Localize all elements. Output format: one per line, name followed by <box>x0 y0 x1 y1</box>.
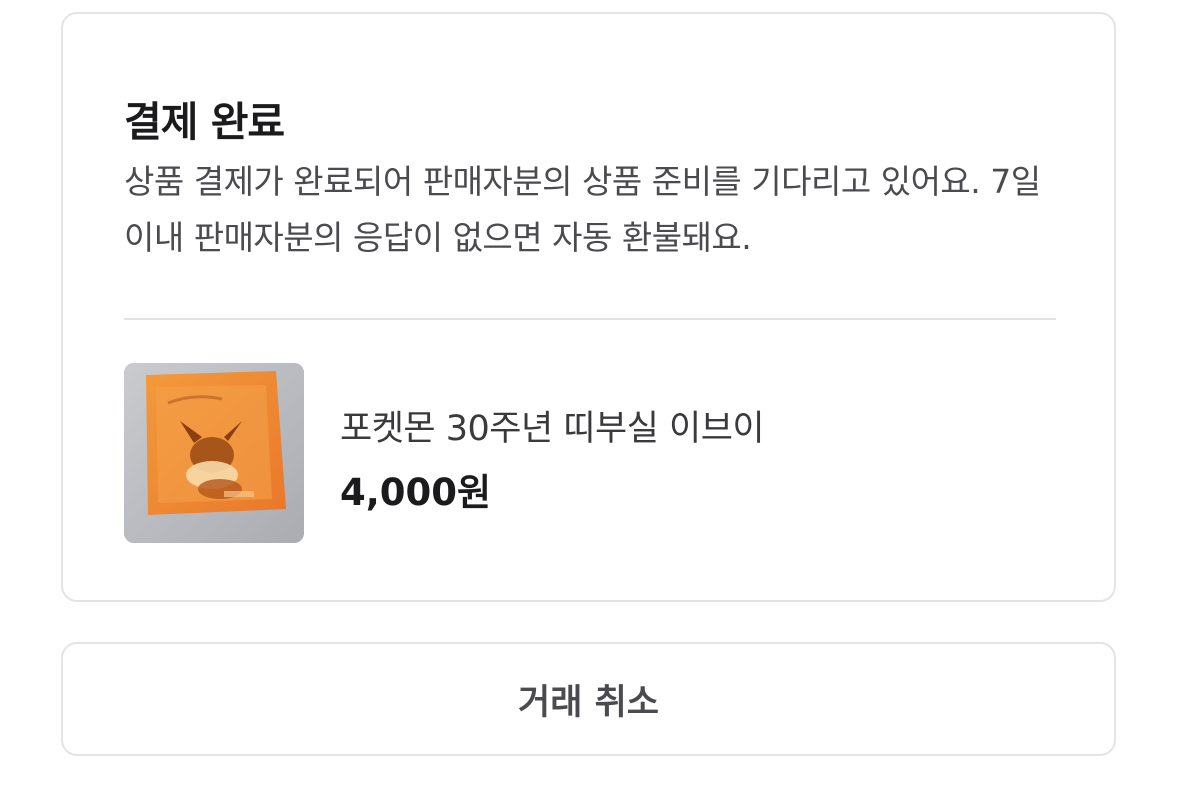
order-status-card: 결제 완료 상품 결제가 완료되어 판매자분의 상품 준비를 기다리고 있어요.… <box>61 12 1116 602</box>
status-title: 결제 완료 <box>124 98 285 146</box>
status-description: 상품 결제가 완료되어 판매자분의 상품 준비를 기다리고 있어요. 7일 이내… <box>124 162 1041 257</box>
product-price: 4,000원 <box>340 471 492 514</box>
product-name[interactable]: 포켓몬 30주년 띠부실 이브이 <box>340 400 765 451</box>
eevee-sticker-image <box>124 363 304 543</box>
product-thumbnail[interactable] <box>124 363 304 543</box>
cancel-transaction-button[interactable]: 거래 취소 <box>61 642 1116 756</box>
divider <box>124 318 1056 320</box>
